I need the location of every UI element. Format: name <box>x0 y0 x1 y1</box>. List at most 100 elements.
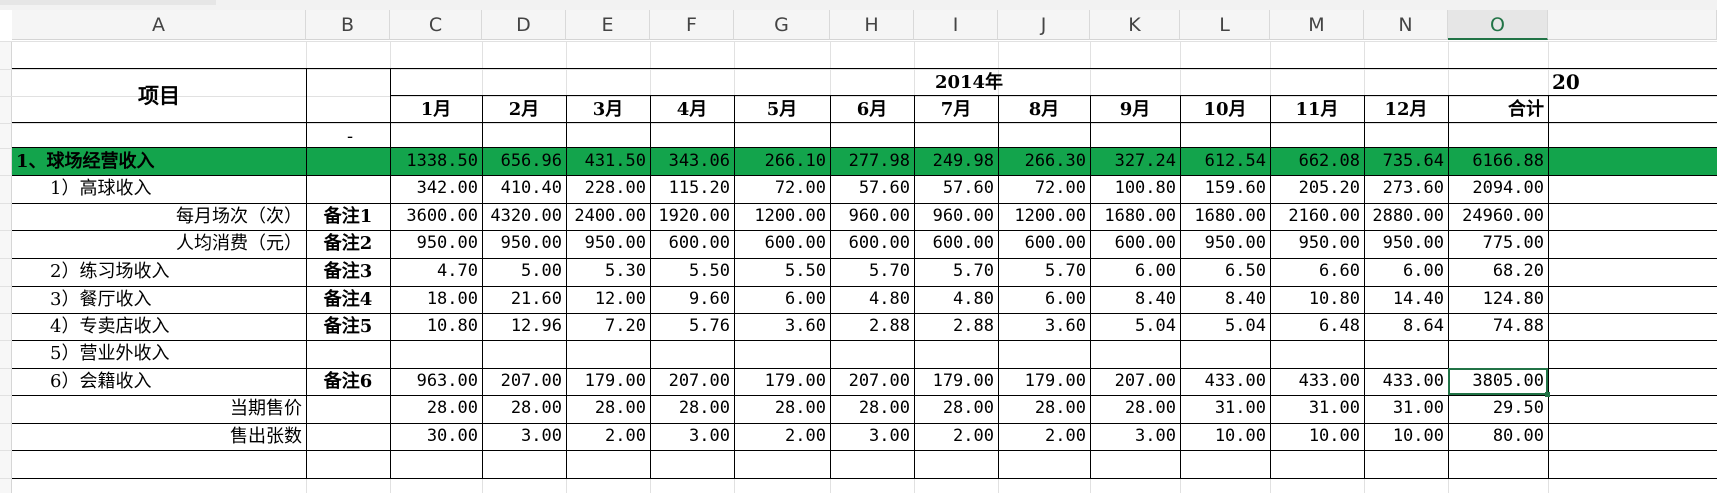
value-cell[interactable]: 14.40 <box>1364 286 1448 313</box>
value-cell[interactable] <box>390 340 482 367</box>
note-cell[interactable] <box>306 340 390 367</box>
row-label[interactable]: 1）高球收入 <box>46 175 306 202</box>
value-cell[interactable]: 266.30 <box>998 148 1090 175</box>
value-cell[interactable]: 5.70 <box>830 258 914 285</box>
column-header-m[interactable]: M <box>1270 10 1364 40</box>
value-cell[interactable]: 5.50 <box>650 258 734 285</box>
column-header-c[interactable]: C <box>390 10 482 40</box>
value-cell[interactable]: 7.20 <box>566 313 650 340</box>
month-header[interactable]: 2月 <box>482 96 566 123</box>
value-cell[interactable]: 600.00 <box>830 230 914 257</box>
value-cell[interactable]: 72.00 <box>998 175 1090 202</box>
value-cell[interactable]: 2880.00 <box>1364 203 1448 230</box>
value-cell[interactable]: 1920.00 <box>650 203 734 230</box>
value-cell[interactable]: 775.00 <box>1448 230 1548 257</box>
value-cell[interactable]: 5.50 <box>734 258 830 285</box>
value-cell[interactable]: 8.64 <box>1364 313 1448 340</box>
value-cell[interactable]: 207.00 <box>830 368 914 395</box>
value-cell[interactable]: 600.00 <box>998 230 1090 257</box>
note-cell[interactable]: 备注4 <box>306 286 390 313</box>
value-cell[interactable]: 68.20 <box>1448 258 1548 285</box>
value-cell[interactable]: 6.60 <box>1270 258 1364 285</box>
value-cell[interactable]: 2400.00 <box>566 203 650 230</box>
column-header-k[interactable]: K <box>1090 10 1180 40</box>
value-cell[interactable]: 207.00 <box>482 368 566 395</box>
value-cell[interactable]: 29.50 <box>1448 395 1548 422</box>
value-cell[interactable]: 950.00 <box>482 230 566 257</box>
value-cell[interactable]: 963.00 <box>390 368 482 395</box>
value-cell[interactable]: 5.00 <box>482 258 566 285</box>
value-cell[interactable]: 179.00 <box>998 368 1090 395</box>
value-cell[interactable]: 277.98 <box>830 148 914 175</box>
value-cell[interactable]: 207.00 <box>1090 368 1180 395</box>
value-cell[interactable]: 159.60 <box>1180 175 1270 202</box>
value-cell[interactable]: 28.00 <box>566 395 650 422</box>
value-cell[interactable]: 31.00 <box>1180 395 1270 422</box>
month-header[interactable]: 5月 <box>734 96 830 123</box>
value-cell[interactable]: 2.88 <box>830 313 914 340</box>
value-cell[interactable]: 600.00 <box>1090 230 1180 257</box>
value-cell[interactable]: 950.00 <box>1180 230 1270 257</box>
value-cell[interactable]: 6.00 <box>1364 258 1448 285</box>
month-header[interactable]: 7月 <box>914 96 998 123</box>
value-cell[interactable]: 10.00 <box>1270 423 1364 450</box>
value-cell[interactable]: 3.00 <box>482 423 566 450</box>
row-label[interactable]: 售出张数 <box>12 423 306 450</box>
value-cell[interactable]: 1200.00 <box>998 203 1090 230</box>
value-cell[interactable]: 5.70 <box>914 258 998 285</box>
value-cell[interactable]: 8.40 <box>1180 286 1270 313</box>
value-cell[interactable]: 18.00 <box>390 286 482 313</box>
value-cell[interactable]: 656.96 <box>482 148 566 175</box>
value-cell[interactable] <box>998 340 1090 367</box>
row-label[interactable]: 5）营业外收入 <box>46 340 306 367</box>
row-label[interactable]: 每月场次（次） <box>12 203 306 230</box>
value-cell[interactable]: 10.80 <box>1270 286 1364 313</box>
value-cell[interactable]: 28.00 <box>650 395 734 422</box>
sheet-tab-area[interactable] <box>0 0 216 5</box>
row-label[interactable]: 6）会籍收入 <box>46 368 306 395</box>
value-cell[interactable]: 433.00 <box>1364 368 1448 395</box>
value-cell[interactable]: 342.00 <box>390 175 482 202</box>
month-header[interactable]: 8月 <box>998 96 1090 123</box>
value-cell[interactable]: 6.50 <box>1180 258 1270 285</box>
value-cell[interactable]: 273.60 <box>1364 175 1448 202</box>
value-cell[interactable]: 28.00 <box>482 395 566 422</box>
value-cell[interactable]: 57.60 <box>914 175 998 202</box>
column-header-d[interactable]: D <box>482 10 566 40</box>
column-header-a[interactable]: A <box>12 10 306 40</box>
value-cell[interactable]: 4320.00 <box>482 203 566 230</box>
note-cell[interactable] <box>306 175 390 202</box>
value-cell[interactable]: 124.80 <box>1448 286 1548 313</box>
value-cell[interactable]: 433.00 <box>1270 368 1364 395</box>
value-cell[interactable]: 2.00 <box>914 423 998 450</box>
value-cell[interactable]: 12.00 <box>566 286 650 313</box>
value-cell[interactable]: 960.00 <box>914 203 998 230</box>
value-cell[interactable] <box>1180 340 1270 367</box>
value-cell[interactable]: 179.00 <box>914 368 998 395</box>
value-cell[interactable] <box>482 340 566 367</box>
value-cell[interactable]: 57.60 <box>830 175 914 202</box>
value-cell[interactable]: 5.04 <box>1090 313 1180 340</box>
value-cell[interactable]: 662.08 <box>1270 148 1364 175</box>
value-cell[interactable]: 8.40 <box>1090 286 1180 313</box>
value-cell[interactable]: 100.80 <box>1090 175 1180 202</box>
value-cell[interactable] <box>1270 340 1364 367</box>
next-year-header[interactable]: 20 <box>1552 69 1592 96</box>
value-cell[interactable]: 433.00 <box>1180 368 1270 395</box>
value-cell[interactable]: 4.80 <box>830 286 914 313</box>
month-header[interactable]: 11月 <box>1270 96 1364 123</box>
row-label[interactable]: 2）练习场收入 <box>46 258 306 285</box>
value-cell[interactable] <box>650 340 734 367</box>
dash-cell[interactable]: - <box>310 123 390 148</box>
month-header[interactable]: 9月 <box>1090 96 1180 123</box>
month-header[interactable]: 10月 <box>1180 96 1270 123</box>
value-cell[interactable]: 9.60 <box>650 286 734 313</box>
note-cell[interactable]: 备注5 <box>306 313 390 340</box>
month-header[interactable]: 1月 <box>390 96 482 123</box>
value-cell[interactable]: 10.80 <box>390 313 482 340</box>
value-cell[interactable]: 2.00 <box>566 423 650 450</box>
value-cell[interactable]: 960.00 <box>830 203 914 230</box>
value-cell[interactable]: 2.88 <box>914 313 998 340</box>
value-cell[interactable]: 950.00 <box>1270 230 1364 257</box>
column-header-o[interactable]: O <box>1448 10 1548 40</box>
